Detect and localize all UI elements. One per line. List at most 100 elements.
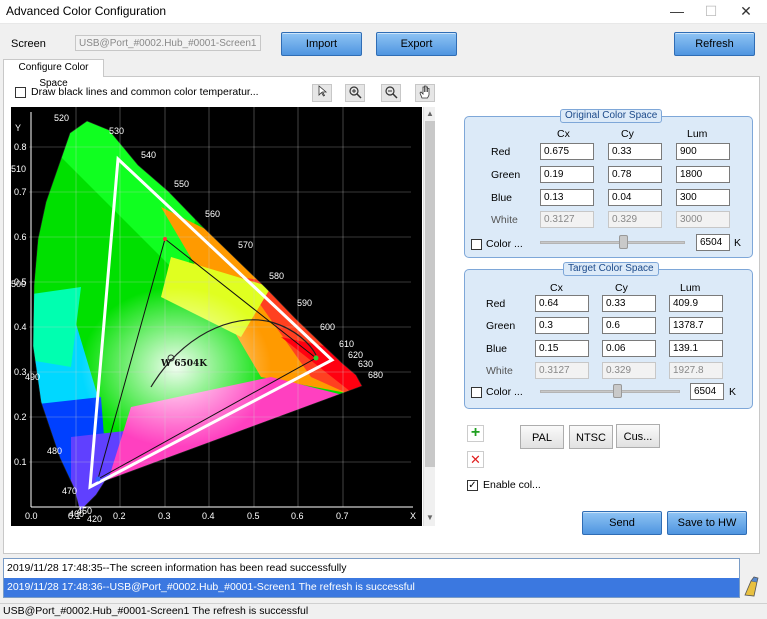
- wavelength-550: 550: [174, 179, 189, 189]
- wavelength-580: 580: [269, 271, 284, 281]
- wavelength-530: 530: [109, 126, 124, 136]
- target-green-cy[interactable]: 0.6: [602, 317, 656, 334]
- target-color-checkbox[interactable]: [471, 387, 482, 398]
- original-blue-lum[interactable]: 300: [676, 189, 730, 206]
- original-green-lum[interactable]: 1800: [676, 166, 730, 183]
- scroll-down-icon[interactable]: ▼: [426, 513, 434, 522]
- target-red-cy[interactable]: 0.33: [602, 295, 656, 312]
- wavelength-600: 600: [320, 322, 335, 332]
- clear-log-icon[interactable]: [742, 576, 762, 598]
- x-tick-0.7: 0.7: [336, 511, 349, 521]
- status-bar: USB@Port_#0002.Hub_#0001-Screen1 The ref…: [0, 603, 767, 619]
- target-header-cx: Cx: [550, 282, 563, 294]
- target-white-cy: 0.329: [602, 362, 656, 379]
- y-tick-0.7: 0.7: [14, 187, 27, 197]
- chart-scrollbar[interactable]: ▲ ▼: [423, 107, 435, 526]
- x-tick-0.5: 0.5: [247, 511, 260, 521]
- wavelength-570: 570: [238, 240, 253, 250]
- target-green-cx[interactable]: 0.3: [535, 317, 589, 334]
- target-header-lum: Lum: [680, 282, 701, 294]
- export-button[interactable]: Export: [376, 32, 457, 56]
- y-tick-0.4: 0.4: [14, 322, 27, 332]
- send-button[interactable]: Send: [582, 511, 662, 535]
- pointer-icon[interactable]: [312, 84, 332, 102]
- target-red-cx[interactable]: 0.64: [535, 295, 589, 312]
- wavelength-490: 490: [25, 372, 40, 382]
- original-white-cx: 0.3127: [540, 211, 594, 228]
- target-color-label: Color ...: [486, 386, 523, 398]
- original-red-cx[interactable]: 0.675: [540, 143, 594, 160]
- zoom-out-icon[interactable]: [381, 84, 401, 102]
- enable-checkbox[interactable]: ✓: [467, 480, 478, 491]
- x-axis-title: X: [410, 511, 416, 521]
- original-red-label: Red: [491, 146, 511, 158]
- delete-icon[interactable]: ✕: [467, 451, 484, 468]
- y-tick-0.8: 0.8: [14, 142, 27, 152]
- cie-chromaticity-chart[interactable]: W 6504K 520 530 540 550 560 570 580 590 …: [11, 107, 422, 526]
- original-green-cx[interactable]: 0.19: [540, 166, 594, 183]
- wavelength-540: 540: [141, 150, 156, 160]
- original-red-cy[interactable]: 0.33: [608, 143, 662, 160]
- maximize-button[interactable]: ☐: [693, 0, 729, 24]
- wavelength-520: 520: [54, 113, 69, 123]
- add-icon[interactable]: +: [467, 425, 484, 442]
- original-red-lum[interactable]: 900: [676, 143, 730, 160]
- close-button[interactable]: ✕: [728, 0, 764, 24]
- ntsc-button[interactable]: NTSC: [569, 425, 613, 449]
- target-white-label: White: [486, 365, 513, 377]
- pal-button[interactable]: PAL: [520, 425, 564, 449]
- original-temp-slider-track[interactable]: [540, 241, 685, 244]
- x-tick-0.1: 0.1: [68, 511, 81, 521]
- window-title: Advanced Color Configuration: [6, 4, 167, 18]
- original-green-cy[interactable]: 0.78: [608, 166, 662, 183]
- original-color-checkbox[interactable]: [471, 239, 482, 250]
- original-blue-cy[interactable]: 0.04: [608, 189, 662, 206]
- original-green-label: Green: [491, 169, 521, 181]
- wavelength-680: 680: [368, 370, 383, 380]
- draw-lines-checkbox[interactable]: [15, 87, 26, 98]
- save-to-hw-button[interactable]: Save to HW: [667, 511, 747, 535]
- target-temp-slider-track[interactable]: [540, 390, 680, 393]
- target-blue-cy[interactable]: 0.06: [602, 340, 656, 357]
- original-temp-unit: K: [734, 237, 742, 249]
- target-red-lum[interactable]: 409.9: [669, 295, 723, 312]
- enable-label: Enable col...: [483, 479, 541, 491]
- y-tick-0.5: 0.5: [14, 277, 27, 287]
- original-white-lum: 3000: [676, 211, 730, 228]
- original-color-label: Color ...: [486, 238, 523, 250]
- original-blue-cx[interactable]: 0.13: [540, 189, 594, 206]
- screen-field[interactable]: USB@Port_#0002.Hub_#0001-Screen1: [75, 35, 261, 51]
- refresh-button[interactable]: Refresh: [674, 32, 755, 56]
- target-green-label: Green: [486, 320, 516, 332]
- status-text: USB@Port_#0002.Hub_#0001-Screen1 The ref…: [3, 605, 309, 617]
- minimize-button[interactable]: —: [659, 0, 695, 24]
- white-point-label: W 6504K: [160, 359, 208, 369]
- wavelength-590: 590: [297, 298, 312, 308]
- log-line-1: 2019/11/28 17:48:35--The screen informat…: [7, 562, 347, 574]
- target-blue-label: Blue: [486, 343, 508, 355]
- custom-button[interactable]: Cus...: [616, 424, 660, 448]
- original-color-space-title: Original Color Space: [560, 109, 663, 123]
- y-axis-title: Y: [15, 123, 21, 133]
- scrollbar-thumb[interactable]: [425, 121, 435, 467]
- original-temp-slider-thumb[interactable]: [619, 235, 628, 249]
- original-blue-label: Blue: [491, 192, 513, 204]
- scroll-up-icon[interactable]: ▲: [426, 109, 434, 118]
- target-blue-cx[interactable]: 0.15: [535, 340, 589, 357]
- pan-hand-icon[interactable]: [415, 84, 435, 102]
- x-tick-0.6: 0.6: [291, 511, 304, 521]
- target-blue-lum[interactable]: 139.1: [669, 340, 723, 357]
- tab-configure-color-space[interactable]: Configure Color Space: [3, 59, 104, 89]
- original-header-cx: Cx: [557, 128, 570, 140]
- y-tick-0.6: 0.6: [14, 232, 27, 242]
- target-green-lum[interactable]: 1378.7: [669, 317, 723, 334]
- import-button[interactable]: Import: [281, 32, 362, 56]
- log-line-selected[interactable]: 2019/11/28 17:48:36--USB@Port_#0002.Hub_…: [4, 578, 739, 597]
- target-color-space-title: Target Color Space: [563, 262, 659, 276]
- target-temp-field[interactable]: 6504: [690, 383, 724, 400]
- original-temp-field[interactable]: 6504: [696, 234, 730, 251]
- target-red-label: Red: [486, 298, 506, 310]
- zoom-in-icon[interactable]: [345, 84, 365, 102]
- target-temp-slider-thumb[interactable]: [613, 384, 622, 398]
- target-white-cx: 0.3127: [535, 362, 589, 379]
